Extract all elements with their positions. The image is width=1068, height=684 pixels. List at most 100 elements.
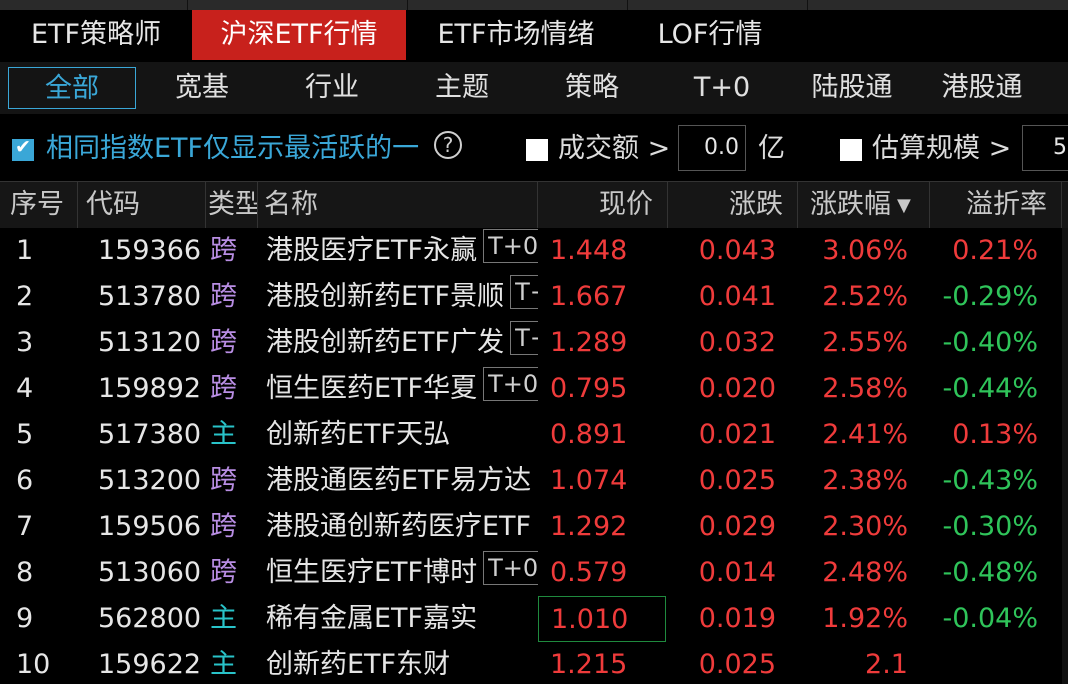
tab-etf-strategist[interactable]: ETF策略师: [0, 10, 192, 60]
cell-change: 0.025: [698, 465, 776, 496]
tab-lof-quotes[interactable]: LOF行情: [626, 10, 794, 60]
fund-name: 创新药ETF东财: [266, 649, 451, 680]
cell-name[interactable]: 港股医疗ETF永赢 T+0: [266, 228, 538, 274]
turnover-unit: 亿: [758, 133, 785, 164]
tab-sh-sz-etf-quotes[interactable]: 沪深ETF行情: [192, 10, 406, 60]
cell-price: 0.795: [550, 373, 628, 404]
category-broad-base[interactable]: 宽基: [138, 67, 266, 109]
category-t0[interactable]: T+0: [658, 67, 786, 109]
fund-name: 港股医疗ETF永赢: [266, 235, 478, 266]
cell-premium: -0.44%: [942, 373, 1038, 404]
cell-name[interactable]: 港股通医药ETF易方达: [266, 458, 538, 504]
table-row[interactable]: 10 159622 主创新药ETF东财 1.215 0.025 2.1: [0, 642, 1068, 684]
fund-name: 恒生医药ETF华夏: [266, 373, 478, 404]
column-header-price[interactable]: 现价: [538, 182, 668, 228]
cell-name[interactable]: 恒生医疗ETF博时 T+0: [266, 550, 538, 596]
cell-price: 1.010: [538, 596, 666, 642]
table-row[interactable]: 5 517380 主创新药ETF天弘 0.891 0.021 2.41% 0.13%: [0, 412, 1068, 458]
cell-change-pct: 2.55%: [822, 327, 908, 358]
cell-change: 0.041: [698, 281, 776, 312]
same-index-checkbox[interactable]: [12, 136, 34, 161]
column-header-name[interactable]: 名称: [258, 182, 538, 228]
cell-seq: 7: [16, 511, 34, 542]
cell-change-pct: 2.52%: [822, 281, 908, 312]
cell-name[interactable]: 恒生医药ETF华夏 T+0: [266, 366, 538, 412]
column-header-seq[interactable]: 序号: [0, 182, 78, 228]
window-top-strip: [0, 0, 1068, 10]
t0-tag: T+0: [510, 275, 538, 309]
sort-descending-icon: ▼: [897, 195, 911, 216]
turnover-checkbox[interactable]: [526, 139, 548, 161]
cell-name[interactable]: 港股创新药ETF景顺T+0: [266, 274, 538, 320]
table-row[interactable]: 9 562800 主稀有金属ETF嘉实 1.010 0.019 1.92% -0.04%: [0, 596, 1068, 642]
category-industry[interactable]: 行业: [268, 67, 396, 109]
turnover-input[interactable]: 0.0: [678, 125, 746, 171]
cell-type: 主: [210, 649, 237, 680]
category-strategy[interactable]: 策略: [528, 67, 656, 109]
cell-change: 0.020: [698, 373, 776, 404]
cell-seq: 1: [16, 235, 34, 266]
column-header-type[interactable]: 类型: [206, 182, 258, 228]
category-northbound[interactable]: 陆股通: [788, 67, 916, 109]
scale-input[interactable]: 5: [1022, 125, 1068, 171]
cell-code: 159622: [98, 649, 202, 680]
table-row[interactable]: 7 159506 跨港股通创新药医疗ETF 1.292 0.029 2.30% -0.30%: [0, 504, 1068, 550]
cell-change-pct: 3.06%: [822, 235, 908, 266]
category-southbound[interactable]: 港股通: [918, 67, 1046, 109]
cell-price: 0.579: [550, 557, 628, 588]
column-header-code[interactable]: 代码: [78, 182, 206, 228]
cell-code: 159506: [98, 511, 202, 542]
cell-name[interactable]: 港股创新药ETF广发T+0: [266, 320, 538, 366]
column-header-change[interactable]: 涨跌: [668, 182, 798, 228]
scale-checkbox[interactable]: [840, 139, 862, 161]
cell-seq: 3: [16, 327, 34, 358]
cell-name[interactable]: 港股通创新药医疗ETF: [266, 504, 538, 550]
category-all[interactable]: 全部: [8, 67, 136, 109]
cell-change: 0.032: [698, 327, 776, 358]
cell-type: 跨: [210, 465, 237, 496]
cell-change: 0.025: [698, 649, 776, 680]
table-row[interactable]: 3 513120 跨港股创新药ETF广发T+0 1.289 0.032 2.55% -0.4…: [0, 320, 1068, 366]
cell-code: 513200: [98, 465, 202, 496]
cell-change: 0.043: [698, 235, 776, 266]
cell-name[interactable]: 稀有金属ETF嘉实: [266, 596, 538, 642]
cell-price: 1.289: [550, 327, 628, 358]
table-row[interactable]: 4 159892 跨恒生医药ETF华夏 T+0 0.795 0.020 2.58% -0.44…: [0, 366, 1068, 412]
table-row[interactable]: 6 513200 跨港股通医药ETF易方达 1.074 0.025 2.38% -0.43%: [0, 458, 1068, 504]
cell-change: 0.019: [698, 603, 776, 634]
etf-quote-table: 1 159366 跨港股医疗ETF永赢 T+0 1.448 0.043 3.06% 0.21%…: [0, 228, 1068, 684]
cell-type: 跨: [210, 557, 237, 588]
cell-premium: [930, 642, 1062, 684]
t0-tag: T+0: [483, 367, 538, 401]
table-row[interactable]: 1 159366 跨港股医疗ETF永赢 T+0 1.448 0.043 3.06% 0.21%: [0, 228, 1068, 274]
cell-name[interactable]: 创新药ETF东财: [266, 642, 538, 684]
cell-seq: 8: [16, 557, 34, 588]
fund-name: 创新药ETF天弘: [266, 419, 451, 450]
table-row[interactable]: 2 513780 跨港股创新药ETF景顺T+0 1.667 0.041 2.52% -0.2…: [0, 274, 1068, 320]
cell-price: 1.667: [550, 281, 628, 312]
tab-etf-market-sentiment[interactable]: ETF市场情绪: [406, 10, 626, 60]
category-theme[interactable]: 主题: [398, 67, 526, 109]
cell-seq: 6: [16, 465, 34, 496]
t0-tag: T+0: [510, 321, 538, 355]
table-row[interactable]: 8 513060 跨恒生医疗ETF博时 T+0 0.579 0.014 2.48% -0.48…: [0, 550, 1068, 596]
cell-seq: 2: [16, 281, 34, 312]
cell-type: 跨: [210, 281, 237, 312]
vertical-scrollbar[interactable]: [1062, 228, 1068, 684]
column-header-premium[interactable]: 溢折率: [930, 182, 1062, 228]
cell-premium: -0.04%: [942, 603, 1038, 634]
top-strip-segment: [0, 0, 188, 10]
cell-change-pct: 2.30%: [822, 511, 908, 542]
cell-type: 主: [210, 603, 237, 634]
help-icon[interactable]: ?: [434, 131, 462, 159]
fund-name: 恒生医疗ETF博时: [266, 557, 478, 588]
cell-name[interactable]: 创新药ETF天弘: [266, 412, 538, 458]
fund-name: 港股创新药ETF广发: [266, 327, 505, 358]
cell-change-pct: 2.48%: [822, 557, 908, 588]
column-header-change-pct[interactable]: 涨跌幅 ▼: [798, 182, 930, 228]
cell-code: 562800: [98, 603, 202, 634]
cell-type: 跨: [210, 511, 237, 542]
cell-type: 主: [210, 419, 237, 450]
fund-name: 港股创新药ETF景顺: [266, 281, 505, 312]
cell-change-pct: 2.41%: [822, 419, 908, 450]
